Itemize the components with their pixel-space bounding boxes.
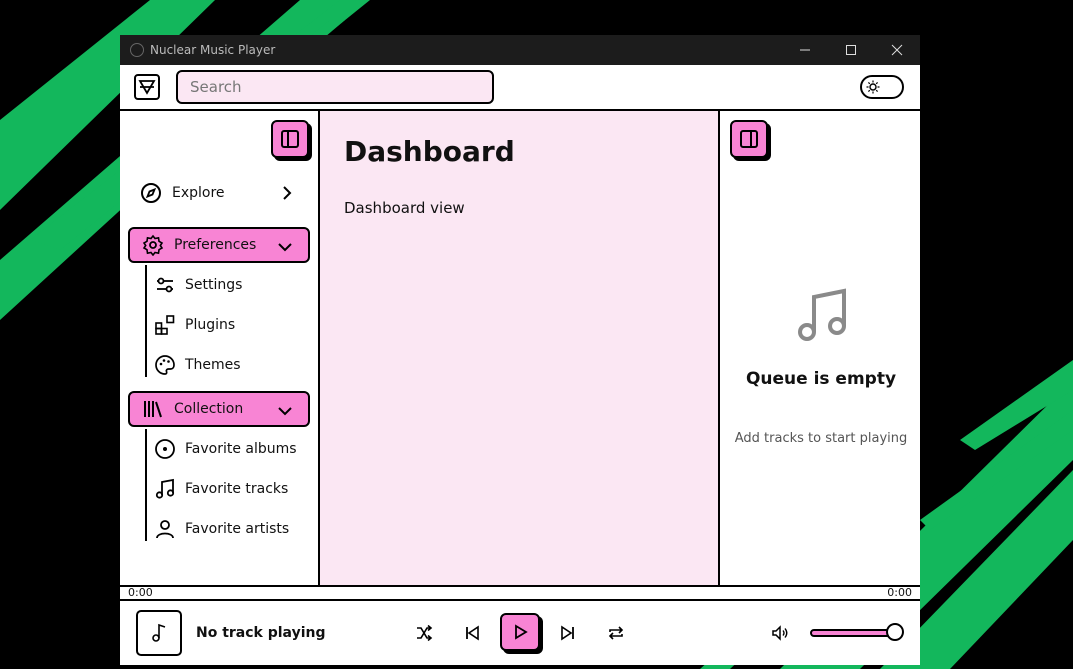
volume-slider[interactable] [810,623,906,641]
queue-empty-subtitle: Add tracks to start playing [734,431,908,446]
palette-icon [154,354,176,376]
app-logo[interactable] [134,74,160,100]
sidebar-item-label: Collection [174,401,244,417]
sidebar: Explore Preferences Settings Plugins The… [120,111,320,585]
previous-button[interactable] [460,621,484,645]
sidebar-item-label: Plugins [185,317,236,333]
top-bar [120,65,920,111]
close-button[interactable] [874,35,920,65]
sidebar-item-label: Settings [185,277,243,293]
disc-icon [154,438,176,460]
time-current: 0:00 [128,586,153,599]
sliders-icon [154,274,176,296]
compass-icon [140,182,162,204]
sidebar-item-favorite-artists[interactable]: Favorite artists [154,514,314,544]
maximize-icon [846,45,856,55]
chevron-right-icon [283,186,292,200]
main-content: Dashboard Dashboard view [320,111,720,585]
seek-bar[interactable]: 0:00 0:00 [120,585,920,601]
app-icon [130,43,144,57]
maximize-button[interactable] [828,35,874,65]
sidebar-item-label: Favorite albums [185,441,297,457]
toggle-queue-button[interactable] [730,120,768,158]
skip-forward-icon [561,625,574,641]
sidebar-item-favorite-tracks[interactable]: Favorite tracks [154,474,314,504]
library-icon [142,398,164,420]
page-subtitle: Dashboard view [344,199,465,217]
volume-track [810,629,898,637]
title-bar: Nuclear Music Player [120,35,920,65]
repeat-icon [608,626,624,640]
album-art [136,610,182,656]
search-input[interactable] [176,70,494,104]
sidebar-panel-icon [281,130,299,148]
page-title: Dashboard [344,135,515,168]
sidebar-item-label: Explore [172,185,225,201]
close-icon [891,44,903,56]
sun-icon [865,79,881,95]
window-title: Nuclear Music Player [150,43,276,57]
music-note-icon [798,288,846,341]
gear-icon [142,234,164,256]
music-note-icon [152,623,166,642]
sidebar-item-collection[interactable]: Collection [128,391,310,427]
player-bar: No track playing [120,601,920,665]
theme-toggle[interactable] [860,75,904,99]
next-button[interactable] [556,621,580,645]
chevron-down-icon [278,243,292,252]
user-icon [154,518,176,540]
sidebar-panel-right-icon [740,130,758,148]
volume-thumb[interactable] [886,623,904,641]
shuffle-button[interactable] [412,621,436,645]
now-playing-label: No track playing [196,625,326,641]
volume-button[interactable] [768,621,792,645]
sidebar-item-favorite-albums[interactable]: Favorite albums [154,434,314,464]
preferences-tree-line [145,265,147,377]
sidebar-item-label: Favorite tracks [185,481,289,497]
puzzle-icon [154,314,176,336]
music-note-icon [154,478,176,500]
sidebar-item-explore[interactable]: Explore [128,175,310,211]
toggle-sidebar-button[interactable] [271,120,309,158]
sidebar-item-label: Themes [185,357,241,373]
app-window: Nuclear Music Player Search Explore Pref… [120,35,920,665]
shuffle-icon [417,624,433,642]
collection-tree-line [145,429,147,541]
sidebar-item-label: Preferences [174,237,257,253]
sidebar-item-settings[interactable]: Settings [154,270,314,300]
queue-empty-title: Queue is empty [745,369,897,389]
volume-icon [772,625,788,641]
chevron-down-icon [278,407,292,416]
play-button[interactable] [500,613,540,651]
play-icon [515,624,528,640]
sidebar-item-plugins[interactable]: Plugins [154,310,314,340]
time-total: 0:00 [887,586,912,599]
logo-icon [138,80,156,95]
sidebar-item-preferences[interactable]: Preferences [128,227,310,263]
queue-panel: Queue is empty Add tracks to start playi… [722,111,920,585]
minimize-icon [800,49,810,51]
skip-back-icon [466,625,479,641]
sidebar-item-themes[interactable]: Themes [154,350,314,380]
sidebar-item-label: Favorite artists [185,521,290,537]
repeat-button[interactable] [604,621,628,645]
minimize-button[interactable] [782,35,828,65]
